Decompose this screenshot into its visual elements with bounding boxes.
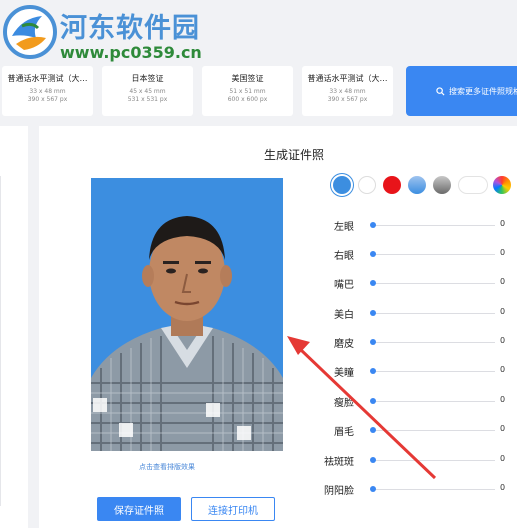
slider-mouth[interactable]: 嘴巴 0 [319, 276, 517, 292]
swatch-red[interactable] [383, 176, 401, 194]
slider-right-eye[interactable]: 右眼 0 [319, 247, 517, 263]
slider-value: 0 [500, 248, 506, 257]
slider-track[interactable] [373, 371, 495, 372]
swatch-white[interactable] [358, 176, 376, 194]
slider-value: 0 [500, 277, 506, 286]
spec-card-px: 531 x 531 px [127, 96, 168, 103]
slider-handle[interactable] [370, 310, 376, 316]
slider-label: 美白 [334, 310, 354, 321]
slider-handle[interactable] [370, 398, 376, 404]
swatch-blue[interactable] [333, 176, 351, 194]
slider-freckle[interactable]: 祛斑斑 0 [319, 453, 517, 469]
swatch-white-gradient[interactable] [458, 176, 488, 194]
slider-handle[interactable] [370, 486, 376, 492]
slider-left-eye[interactable]: 左眼 0 [319, 218, 517, 234]
slider-track[interactable] [373, 225, 495, 226]
site-logo-icon [3, 5, 57, 59]
slider-track[interactable] [373, 489, 495, 490]
slider-handle[interactable] [370, 222, 376, 228]
spec-card[interactable]: 美国签证 51 x 51 mm 600 x 600 px [202, 66, 293, 116]
slider-eyebrow[interactable]: 眉毛 0 [319, 423, 517, 439]
slider-handle[interactable] [370, 427, 376, 433]
main-panel: 生成证件照 点击查看排版效果 保存证件照 连接打印机 左眼 0 右眼 0 嘴巴 … [39, 126, 517, 528]
spec-card[interactable]: 日本签证 45 x 45 mm 531 x 531 px [102, 66, 193, 116]
search-more-specs-label: 搜索更多证件照规格 [449, 86, 517, 96]
slider-value: 0 [500, 365, 506, 374]
slider-value: 0 [500, 483, 506, 492]
spec-card-px: 600 x 600 px [227, 96, 268, 103]
search-more-specs-button[interactable]: 搜索更多证件照规格 [406, 66, 517, 116]
slider-uneven-face[interactable]: 阴阳脸 0 [319, 482, 517, 498]
slider-pupil[interactable]: 美瞳 0 [319, 364, 517, 380]
slider-value: 0 [500, 307, 506, 316]
slider-smoothing[interactable]: 磨皮 0 [319, 335, 517, 351]
spec-card-name: 普通话水平测试（大… [307, 74, 388, 83]
spec-card-size: 51 x 51 mm [229, 88, 266, 95]
swatch-blue-gradient[interactable] [408, 176, 426, 194]
slider-track[interactable] [373, 283, 495, 284]
slider-label: 磨皮 [334, 339, 354, 350]
id-photo-preview[interactable] [91, 178, 283, 451]
watermark-url: www.pc0359.cn [60, 43, 202, 62]
spec-card-name: 美国签证 [231, 74, 264, 83]
slider-label: 美瞳 [334, 368, 354, 379]
spec-strip: 普通话水平测试（大… 33 x 48 mm 390 x 567 px 日本签证 … [0, 66, 517, 118]
slider-value: 0 [500, 395, 506, 404]
slider-label: 阴阳脸 [324, 486, 354, 497]
spec-card-px: 390 x 567 px [27, 96, 68, 103]
slider-label: 眉毛 [334, 427, 354, 438]
spec-card-size: 33 x 48 mm [29, 88, 66, 95]
save-photo-button[interactable]: 保存证件照 [97, 497, 181, 521]
portrait-image [91, 178, 283, 451]
spec-card-px: 390 x 567 px [327, 96, 368, 103]
slider-value: 0 [500, 219, 506, 228]
spec-card-size: 33 x 48 mm [329, 88, 366, 95]
left-panel [0, 126, 28, 528]
slider-value: 0 [500, 336, 506, 345]
slider-handle[interactable] [370, 368, 376, 374]
layout-preview-link[interactable]: 点击查看排版效果 [139, 462, 195, 472]
slider-slim-face[interactable]: 瘦脸 0 [319, 394, 517, 410]
watermark-site-name: 河东软件园 [60, 13, 200, 44]
spec-card-name: 日本签证 [131, 74, 164, 83]
slider-label: 右眼 [334, 251, 354, 262]
swatch-gray-gradient[interactable] [433, 176, 451, 194]
spec-card[interactable]: 普通话水平测试（大… 33 x 48 mm 390 x 567 px [2, 66, 93, 116]
slider-value: 0 [500, 424, 506, 433]
slider-handle[interactable] [370, 457, 376, 463]
slider-track[interactable] [373, 254, 495, 255]
spec-card-size: 45 x 45 mm [129, 88, 166, 95]
slider-handle[interactable] [370, 251, 376, 257]
slider-track[interactable] [373, 342, 495, 343]
slider-label: 瘦脸 [334, 398, 354, 409]
slider-track[interactable] [373, 401, 495, 402]
spec-card-name: 普通话水平测试（大… [7, 74, 88, 83]
slider-track[interactable] [373, 430, 495, 431]
slider-track[interactable] [373, 460, 495, 461]
slider-label: 左眼 [334, 222, 354, 233]
slider-value: 0 [500, 454, 506, 463]
slider-whitening[interactable]: 美白 0 [319, 306, 517, 322]
slider-handle[interactable] [370, 280, 376, 286]
spec-card[interactable]: 普通话水平测试（大… 33 x 48 mm 390 x 567 px [302, 66, 393, 116]
slider-handle[interactable] [370, 339, 376, 345]
swatch-custom-color[interactable] [493, 176, 511, 194]
page-title: 生成证件照 [264, 148, 325, 162]
site-watermark: 河东软件园 www.pc0359.cn [0, 0, 210, 70]
connect-printer-button[interactable]: 连接打印机 [191, 497, 275, 521]
slider-label: 祛斑斑 [324, 457, 354, 468]
search-icon [436, 86, 445, 96]
slider-label: 嘴巴 [334, 280, 354, 291]
divider [0, 176, 1, 506]
slider-track[interactable] [373, 313, 495, 314]
